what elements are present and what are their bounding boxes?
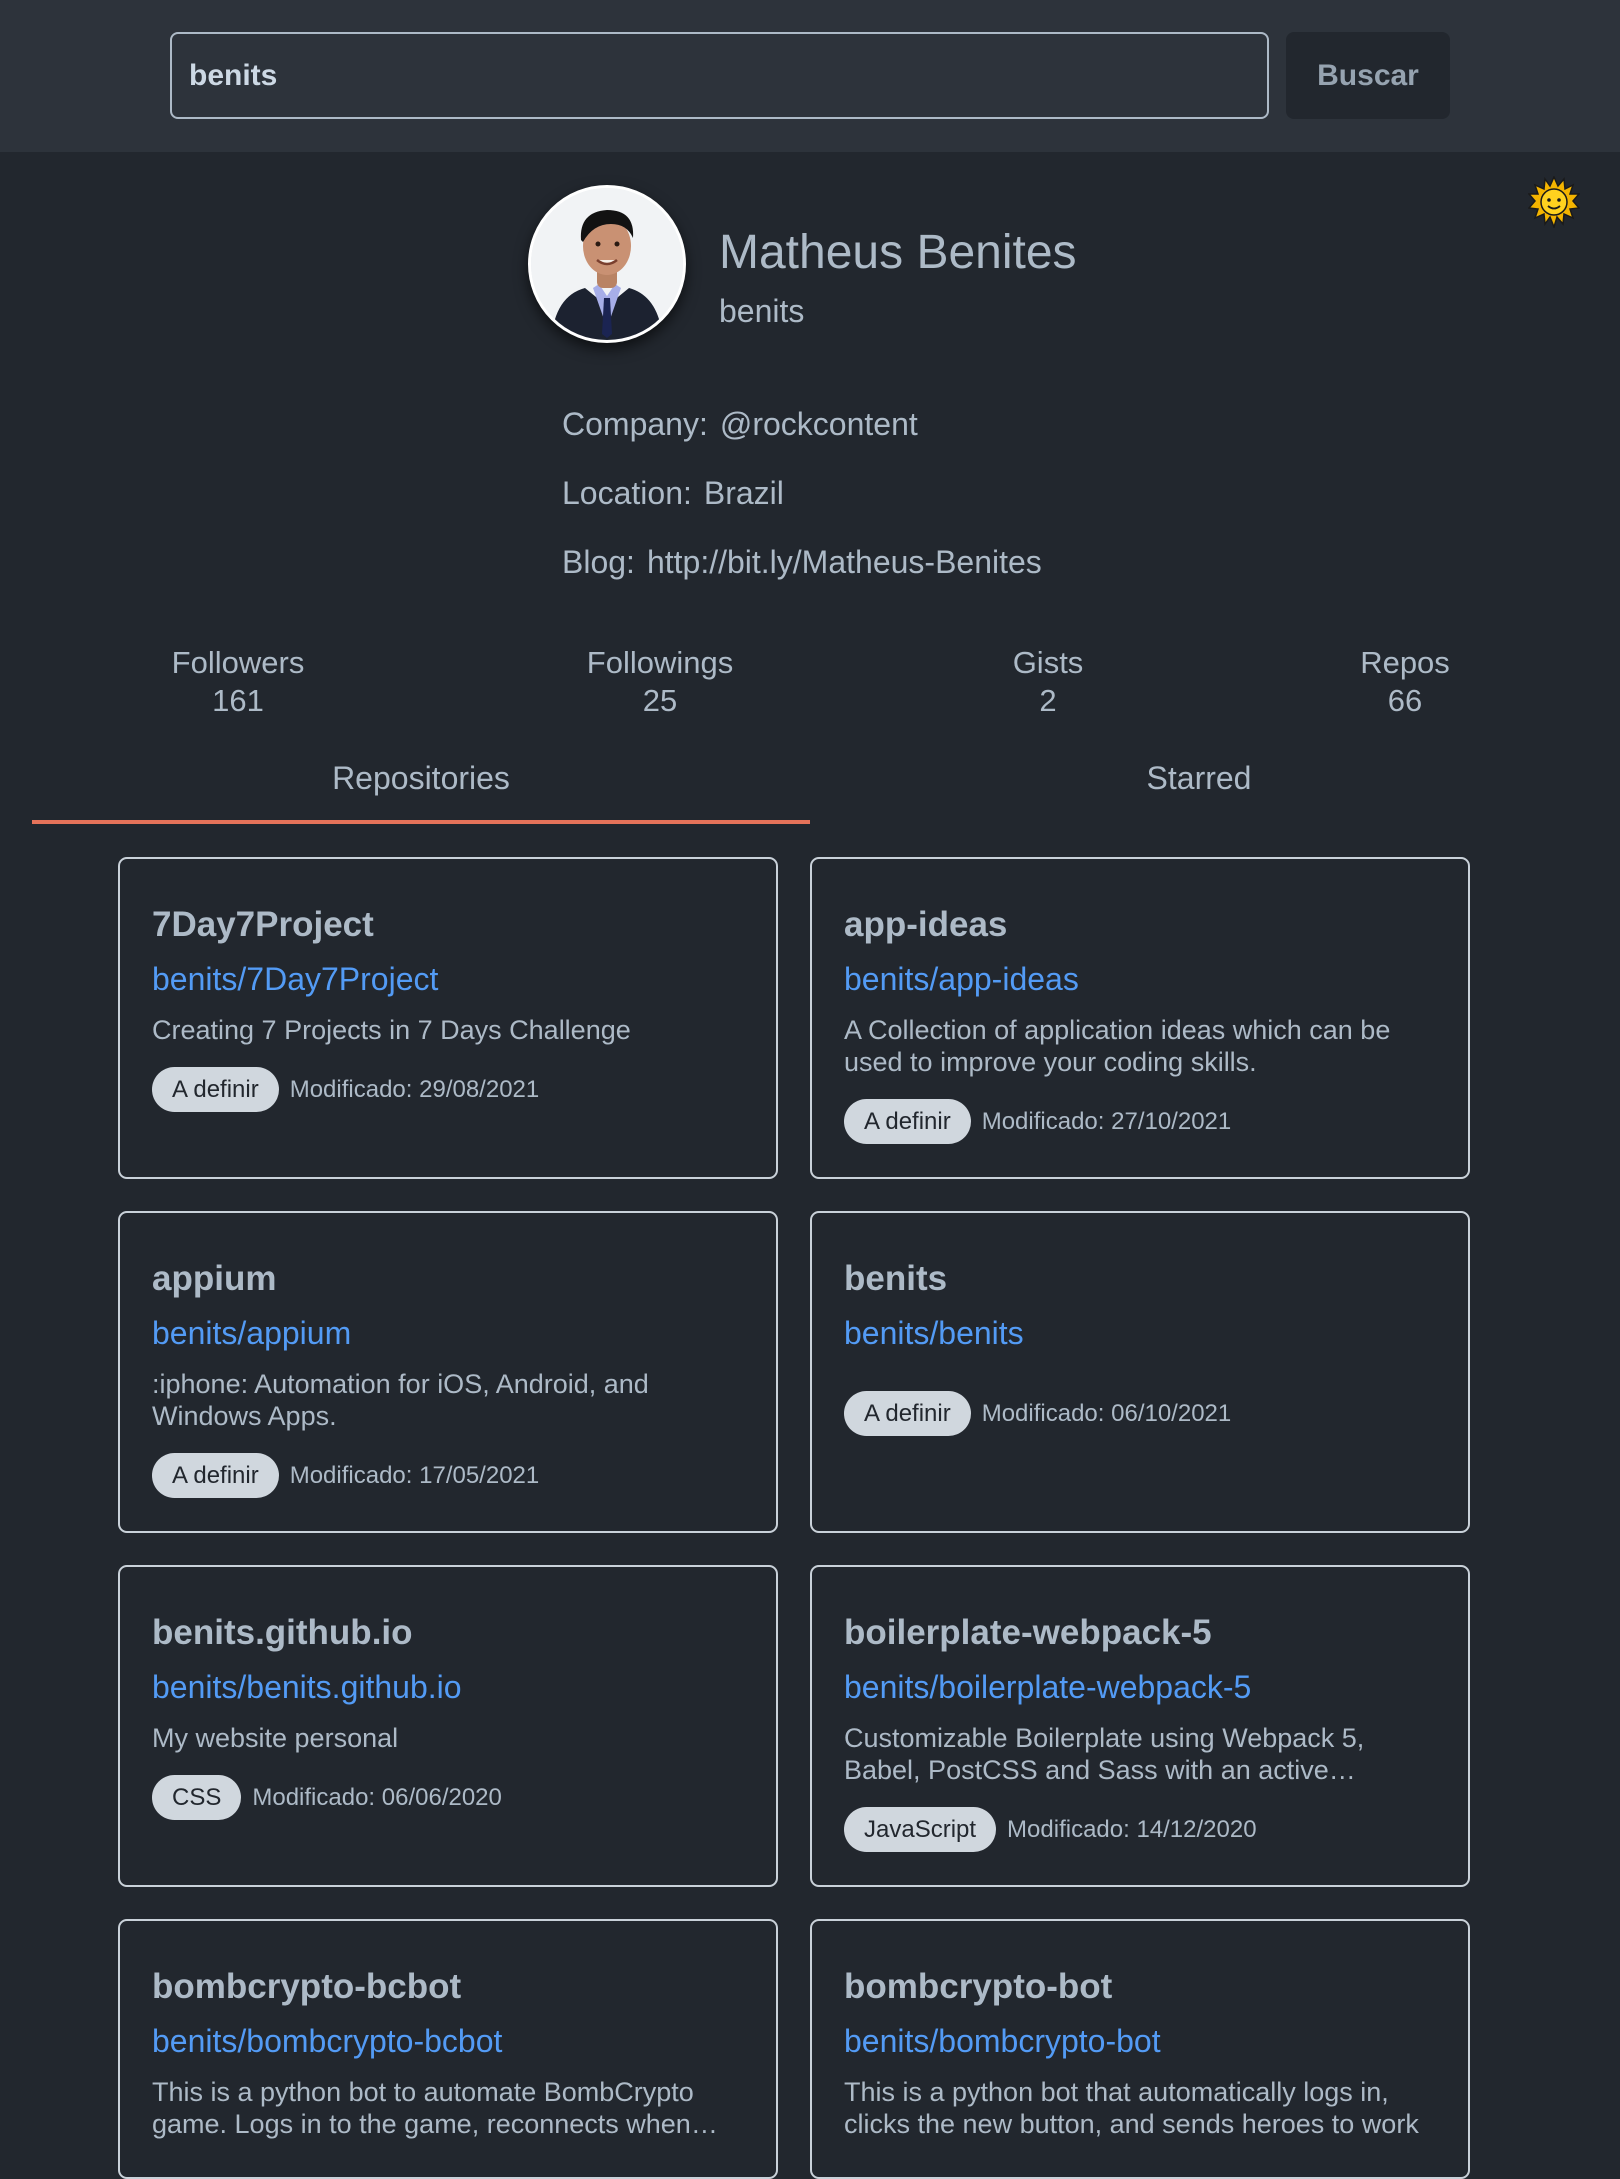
followers-label: Followers xyxy=(171,645,305,680)
language-badge: CSS xyxy=(152,1775,242,1820)
repo-card[interactable]: benits.github.io benits/benits.github.io… xyxy=(118,1565,778,1887)
repo-card[interactable]: app-ideas benits/app-ideas A Collection … xyxy=(810,857,1470,1179)
theme-toggle-button[interactable] xyxy=(1524,172,1584,232)
repo-meta: JavaScript Modificado: 14/12/2020 xyxy=(844,1807,1257,1852)
tab-starred[interactable]: Starred xyxy=(810,760,1588,824)
repo-description: Creating 7 Projects in 7 Days Challenge xyxy=(152,1015,631,1045)
repos-stat: Repos 66 xyxy=(1325,644,1485,720)
repo-meta: A definir Modificado: 06/10/2021 xyxy=(844,1391,1231,1436)
repo-title: app-ideas xyxy=(844,905,1008,944)
repo-link[interactable]: benits/boilerplate-webpack-5 xyxy=(844,1669,1251,1706)
language-badge: A definir xyxy=(152,1453,279,1498)
avatar xyxy=(528,185,686,343)
repo-description: Customizable Boilerplate using Webpack 5… xyxy=(844,1723,1365,1785)
followings-count: 25 xyxy=(642,683,678,718)
repo-title: bombcrypto-bot xyxy=(844,1967,1113,2006)
repos-label: Repos xyxy=(1360,645,1450,680)
search-header: Buscar xyxy=(0,0,1620,152)
modified-date: Modificado: 17/05/2021 xyxy=(289,1461,540,1489)
repo-link[interactable]: benits/benits.github.io xyxy=(152,1669,462,1706)
location-row: Location: Brazil xyxy=(562,475,784,512)
language-badge: A definir xyxy=(844,1099,971,1144)
gists-count: 2 xyxy=(1039,683,1057,718)
search-input[interactable] xyxy=(170,32,1269,119)
company-row: Company: @rockcontent xyxy=(562,406,918,443)
company-value: @rockcontent xyxy=(719,406,918,442)
repo-description: My website personal xyxy=(152,1723,399,1753)
repo-title: boilerplate-webpack-5 xyxy=(844,1613,1212,1652)
repo-link[interactable]: benits/benits xyxy=(844,1315,1024,1352)
followers-count: 161 xyxy=(212,683,264,718)
repo-link[interactable]: benits/bombcrypto-bot xyxy=(844,2023,1161,2060)
profile-name: Matheus Benites xyxy=(719,226,1077,279)
company-label: Company: xyxy=(562,406,708,442)
repo-card[interactable]: boilerplate-webpack-5 benits/boilerplate… xyxy=(810,1565,1470,1887)
blog-row: Blog: http://bit.ly/Matheus-Benites xyxy=(562,544,1042,581)
sun-icon xyxy=(1528,176,1580,228)
language-badge: JavaScript xyxy=(844,1807,997,1852)
language-badge: A definir xyxy=(152,1067,279,1112)
repo-card[interactable]: bombcrypto-bcbot benits/bombcrypto-bcbot… xyxy=(118,1919,778,2179)
repo-link[interactable]: benits/bombcrypto-bcbot xyxy=(152,2023,502,2060)
repo-title: appium xyxy=(152,1259,277,1298)
modified-date: Modificado: 27/10/2021 xyxy=(981,1107,1232,1135)
gists-label: Gists xyxy=(1012,645,1084,680)
search-button[interactable]: Buscar xyxy=(1286,32,1450,119)
profile-login: benits xyxy=(719,293,805,329)
repo-title: benits.github.io xyxy=(152,1613,413,1652)
repo-description: This is a python bot that automatically … xyxy=(844,2077,1419,2139)
modified-date: Modificado: 06/10/2021 xyxy=(981,1399,1232,1427)
repo-title: 7Day7Project xyxy=(152,905,374,944)
repo-description: :iphone: Automation for iOS, Android, an… xyxy=(152,1369,649,1431)
followings-stat: Followings 25 xyxy=(560,644,760,720)
modified-date: Modificado: 06/06/2020 xyxy=(252,1783,502,1811)
location-label: Location: xyxy=(562,475,692,511)
repo-meta: A definir Modificado: 29/08/2021 xyxy=(152,1067,539,1112)
repo-card[interactable]: 7Day7Project benits/7Day7Project Creatin… xyxy=(118,857,778,1179)
repo-description: This is a python bot to automate BombCry… xyxy=(152,2077,694,2139)
blog-link[interactable]: http://bit.ly/Matheus-Benites xyxy=(647,544,1042,580)
repo-title: benits xyxy=(844,1259,948,1298)
location-value: Brazil xyxy=(703,475,784,511)
avatar-image xyxy=(531,188,683,340)
repo-link[interactable]: benits/app-ideas xyxy=(844,961,1079,998)
repo-link[interactable]: benits/7Day7Project xyxy=(152,961,438,998)
repo-meta: A definir Modificado: 27/10/2021 xyxy=(844,1099,1231,1144)
repo-card[interactable]: bombcrypto-bot benits/bombcrypto-bot Thi… xyxy=(810,1919,1470,2179)
modified-date: Modificado: 14/12/2020 xyxy=(1007,1815,1257,1843)
language-badge: A definir xyxy=(844,1391,971,1436)
repo-card[interactable]: appium benits/appium :iphone: Automation… xyxy=(118,1211,778,1533)
repo-meta: CSS Modificado: 06/06/2020 xyxy=(152,1775,502,1820)
tab-repositories[interactable]: Repositories xyxy=(32,760,810,824)
followings-label: Followings xyxy=(586,645,734,680)
repo-title: bombcrypto-bcbot xyxy=(152,1967,462,2006)
modified-date: Modificado: 29/08/2021 xyxy=(289,1075,540,1103)
repo-description: A Collection of application ideas which … xyxy=(844,1015,1391,1077)
followers-stat: Followers 161 xyxy=(138,644,338,720)
repos-count: 66 xyxy=(1387,683,1423,718)
blog-label: Blog: xyxy=(562,544,635,580)
gists-stat: Gists 2 xyxy=(968,644,1128,720)
repo-meta: A definir Modificado: 17/05/2021 xyxy=(152,1453,539,1498)
repo-card[interactable]: benits benits/benits A definir Modificad… xyxy=(810,1211,1470,1533)
repo-link[interactable]: benits/appium xyxy=(152,1315,351,1352)
